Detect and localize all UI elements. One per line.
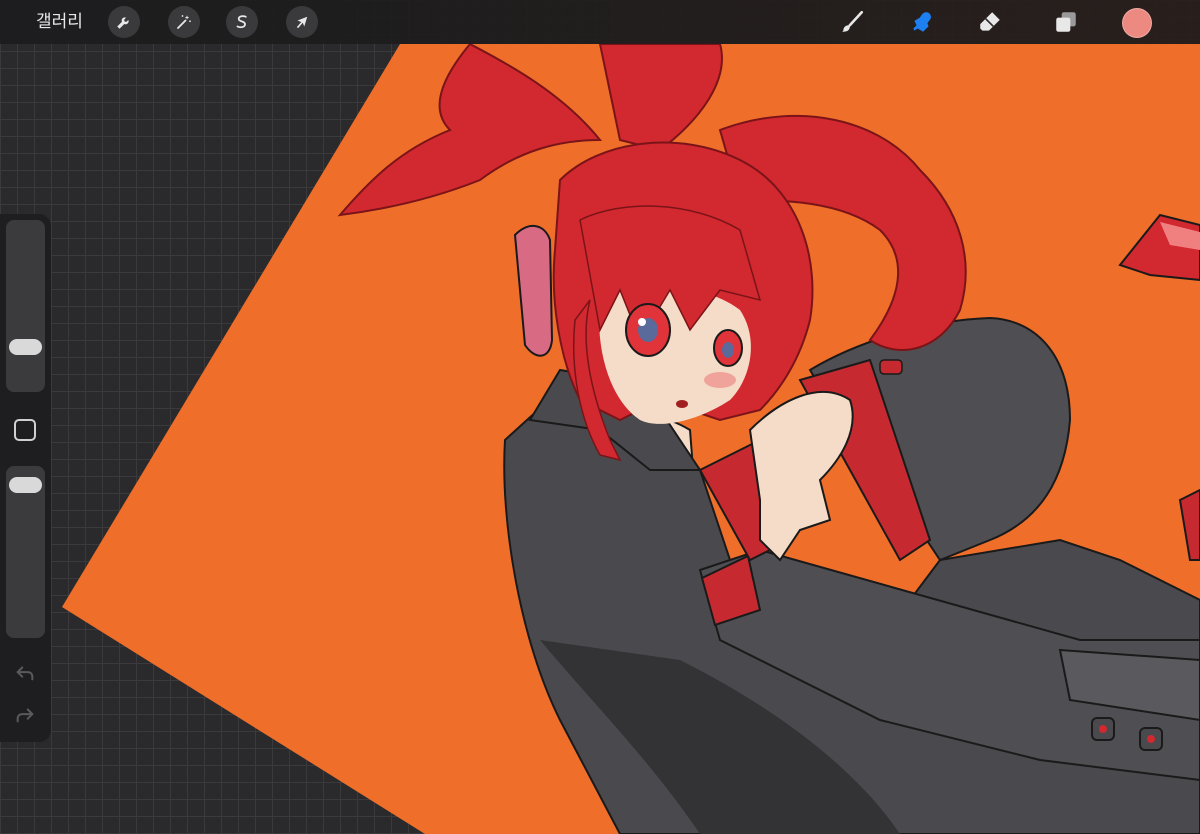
layers-icon bbox=[1056, 12, 1076, 32]
color-picker-button[interactable] bbox=[1122, 8, 1152, 38]
eraser-icon bbox=[980, 12, 1000, 31]
selection-button[interactable] bbox=[226, 6, 258, 38]
smudge-icon bbox=[913, 12, 931, 32]
opacity-slider[interactable] bbox=[6, 466, 45, 638]
smudge-button[interactable] bbox=[906, 6, 938, 38]
redo-icon bbox=[16, 708, 34, 723]
brush-size-slider[interactable] bbox=[6, 220, 45, 392]
selection-icon bbox=[236, 15, 247, 29]
actions-button[interactable] bbox=[108, 6, 140, 38]
brush-icon bbox=[842, 10, 864, 32]
left-sidebar bbox=[0, 214, 51, 742]
undo-button[interactable] bbox=[13, 661, 37, 685]
transform-button[interactable] bbox=[286, 6, 318, 38]
magic-wand-icon bbox=[177, 15, 191, 29]
brush-size-thumb[interactable] bbox=[9, 339, 42, 356]
redo-button[interactable] bbox=[13, 703, 37, 727]
opacity-thumb[interactable] bbox=[9, 477, 42, 494]
top-toolbar: 갤러리 bbox=[0, 0, 1200, 44]
brush-button[interactable] bbox=[836, 6, 868, 38]
undo-icon bbox=[16, 666, 34, 681]
arrow-cursor-icon bbox=[296, 16, 308, 28]
adjustments-button[interactable] bbox=[168, 6, 200, 38]
wrench-icon bbox=[117, 17, 129, 29]
artwork-canvas[interactable] bbox=[0, 0, 1200, 834]
gallery-button[interactable]: 갤러리 bbox=[36, 10, 83, 34]
eraser-button[interactable] bbox=[974, 6, 1006, 38]
layers-button[interactable] bbox=[1050, 6, 1082, 38]
modify-button[interactable] bbox=[14, 419, 36, 441]
